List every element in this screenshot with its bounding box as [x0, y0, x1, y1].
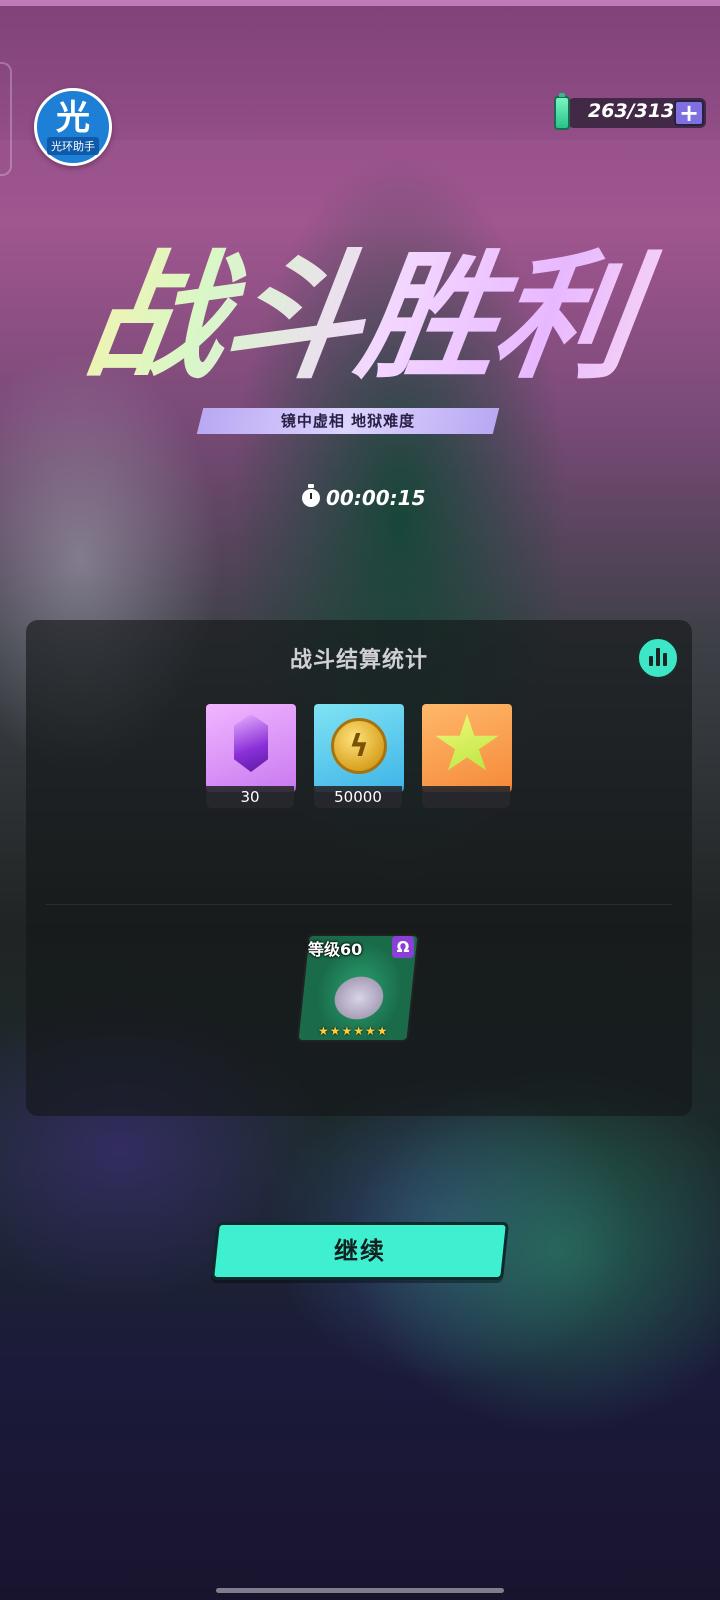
add-energy-button[interactable]: + [674, 99, 704, 127]
hero-card[interactable]: 等级60 Ω ★★★★★★ [296, 934, 420, 1046]
reward-list: 30 ϟ 50000 [206, 704, 512, 808]
stage-subtitle: 镜中虚相 地狱难度 [280, 412, 416, 430]
home-indicator[interactable] [216, 1588, 504, 1593]
hero-star-rating: ★★★★★★ [318, 1024, 389, 1038]
side-edge-handle [0, 62, 12, 176]
helper-badge[interactable]: 光 光环助手 [34, 88, 112, 166]
reward-count: 50000 [314, 786, 402, 808]
bar-chart-icon-bar [663, 653, 667, 666]
helper-badge-label: 光环助手 [47, 137, 99, 155]
reward-count [422, 786, 510, 808]
panel-divider [46, 904, 672, 905]
stopwatch-icon [302, 484, 320, 507]
battle-timer: 00:00:15 [302, 484, 426, 512]
reward-item[interactable]: ϟ 50000 [314, 704, 404, 808]
bar-chart-icon [649, 656, 653, 666]
top-bar-line [0, 0, 720, 6]
battery-icon [554, 93, 570, 130]
energy-value: 263/313 [588, 100, 675, 122]
hero-level: 等级60 [308, 940, 363, 959]
bar-chart-icon-bar [656, 648, 660, 666]
continue-button-label[interactable]: 继续 [214, 1222, 506, 1280]
statistics-button[interactable] [636, 636, 680, 680]
reward-item[interactable] [422, 704, 512, 808]
energy-counter: 263/313 + [548, 93, 706, 132]
victory-title: 战斗胜利 [49, 237, 671, 398]
gold-coin-icon: ϟ [331, 718, 387, 774]
panel-title: 战斗结算统计 [289, 648, 428, 673]
reward-count: 30 [206, 786, 294, 808]
battle-time: 00:00:15 [326, 486, 426, 510]
helper-badge-char: 光 [56, 98, 90, 138]
reward-item[interactable]: 30 [206, 704, 296, 808]
hero-class-icon: Ω [392, 936, 414, 958]
battle-summary-panel: 战斗结算统计 30 ϟ 50000 等级60 Ω ★★★★★★ [26, 620, 692, 1116]
